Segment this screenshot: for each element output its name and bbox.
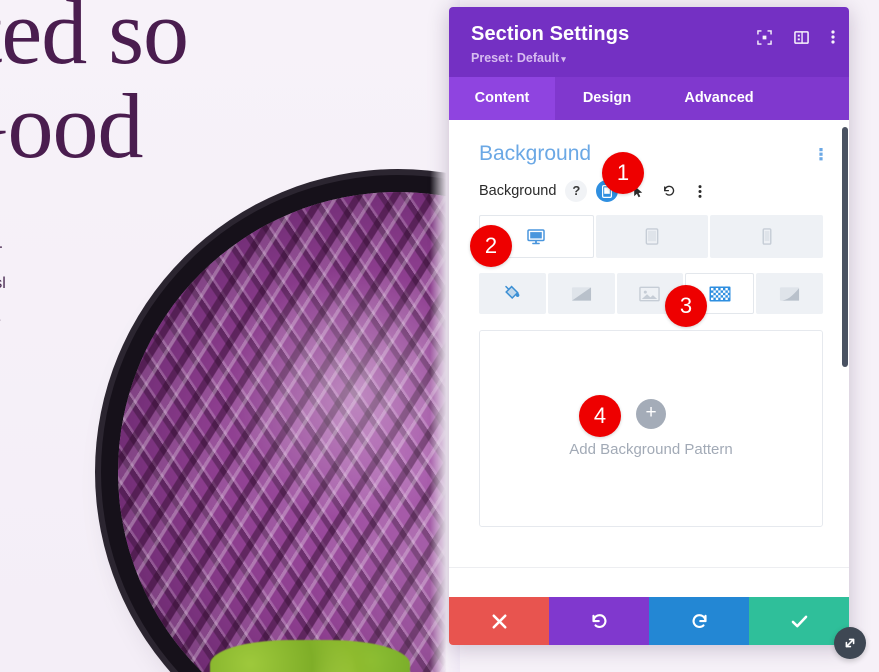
hero-body-text: andit. et nisl rttitor [0, 224, 6, 344]
body-divider [449, 567, 849, 568]
background-section-title[interactable]: Background [479, 142, 591, 166]
add-background-pattern-button[interactable]: + Add Background Pattern [479, 330, 823, 527]
callout-badge-1: 1 [602, 152, 644, 194]
section-settings-panel: Section Settings Preset: Default ▾ Conte… [449, 7, 866, 659]
callout-badge-4: 4 [579, 395, 621, 437]
callout-badge-3: 3 [665, 285, 707, 327]
reset-icon[interactable] [658, 180, 680, 202]
hero-body-line-1: andit. [0, 235, 3, 252]
background-type-color[interactable] [479, 273, 546, 314]
split-view-icon[interactable] [794, 30, 809, 45]
background-section-header: Background [479, 142, 823, 166]
tab-advanced[interactable]: Advanced [659, 77, 779, 120]
device-tab-tablet[interactable] [595, 215, 709, 258]
kebab-menu-icon[interactable] [831, 29, 835, 45]
hero-body-line-2: et nisl [0, 275, 6, 292]
bowl-garnish-photo [210, 640, 410, 672]
add-background-pattern-label: Add Background Pattern [569, 441, 733, 458]
panel-header-actions [757, 29, 835, 45]
plus-icon: + [636, 399, 666, 429]
focus-target-icon[interactable] [757, 29, 772, 45]
hero-heading-line-1: sted so [0, 0, 189, 83]
cancel-button[interactable] [449, 597, 549, 645]
background-type-gradient[interactable] [547, 273, 615, 314]
chevron-down-icon: ▾ [561, 54, 566, 64]
field-kebab-menu-icon[interactable] [689, 180, 711, 202]
hero-heading: sted so Good [0, 0, 189, 177]
device-tab-group [479, 215, 824, 258]
undo-button[interactable] [549, 597, 649, 645]
background-type-mask[interactable] [756, 273, 823, 314]
device-tab-phone[interactable] [710, 215, 824, 258]
background-field-label: Background [479, 183, 557, 199]
background-field-row: Background ? [479, 180, 823, 202]
redo-button[interactable] [649, 597, 749, 645]
panel-body: Background Background ? + Add Background… [449, 120, 849, 597]
panel-footer-actions [449, 597, 849, 645]
tab-content[interactable]: Content [449, 77, 555, 120]
help-icon[interactable]: ? [565, 180, 588, 202]
panel-tabs: Content Design Advanced [449, 77, 849, 120]
background-type-group [479, 273, 823, 314]
panel-scrollbar[interactable] [841, 120, 849, 597]
hero-heading-line-2: Good [0, 74, 143, 177]
tab-design[interactable]: Design [555, 77, 659, 120]
section-kebab-menu-icon[interactable] [819, 146, 823, 162]
callout-badge-2: 2 [470, 225, 512, 267]
smoothie-bowl-photo [118, 192, 460, 672]
preset-selector[interactable]: Preset: Default ▾ [471, 51, 829, 65]
resize-handle-icon[interactable] [834, 627, 866, 659]
panel-header: Section Settings Preset: Default ▾ [449, 7, 849, 77]
preset-label: Preset: Default [471, 51, 560, 65]
panel-scrollbar-thumb[interactable] [842, 127, 848, 367]
preview-canvas: sted so Good andit. et nisl rttitor [0, 0, 460, 672]
